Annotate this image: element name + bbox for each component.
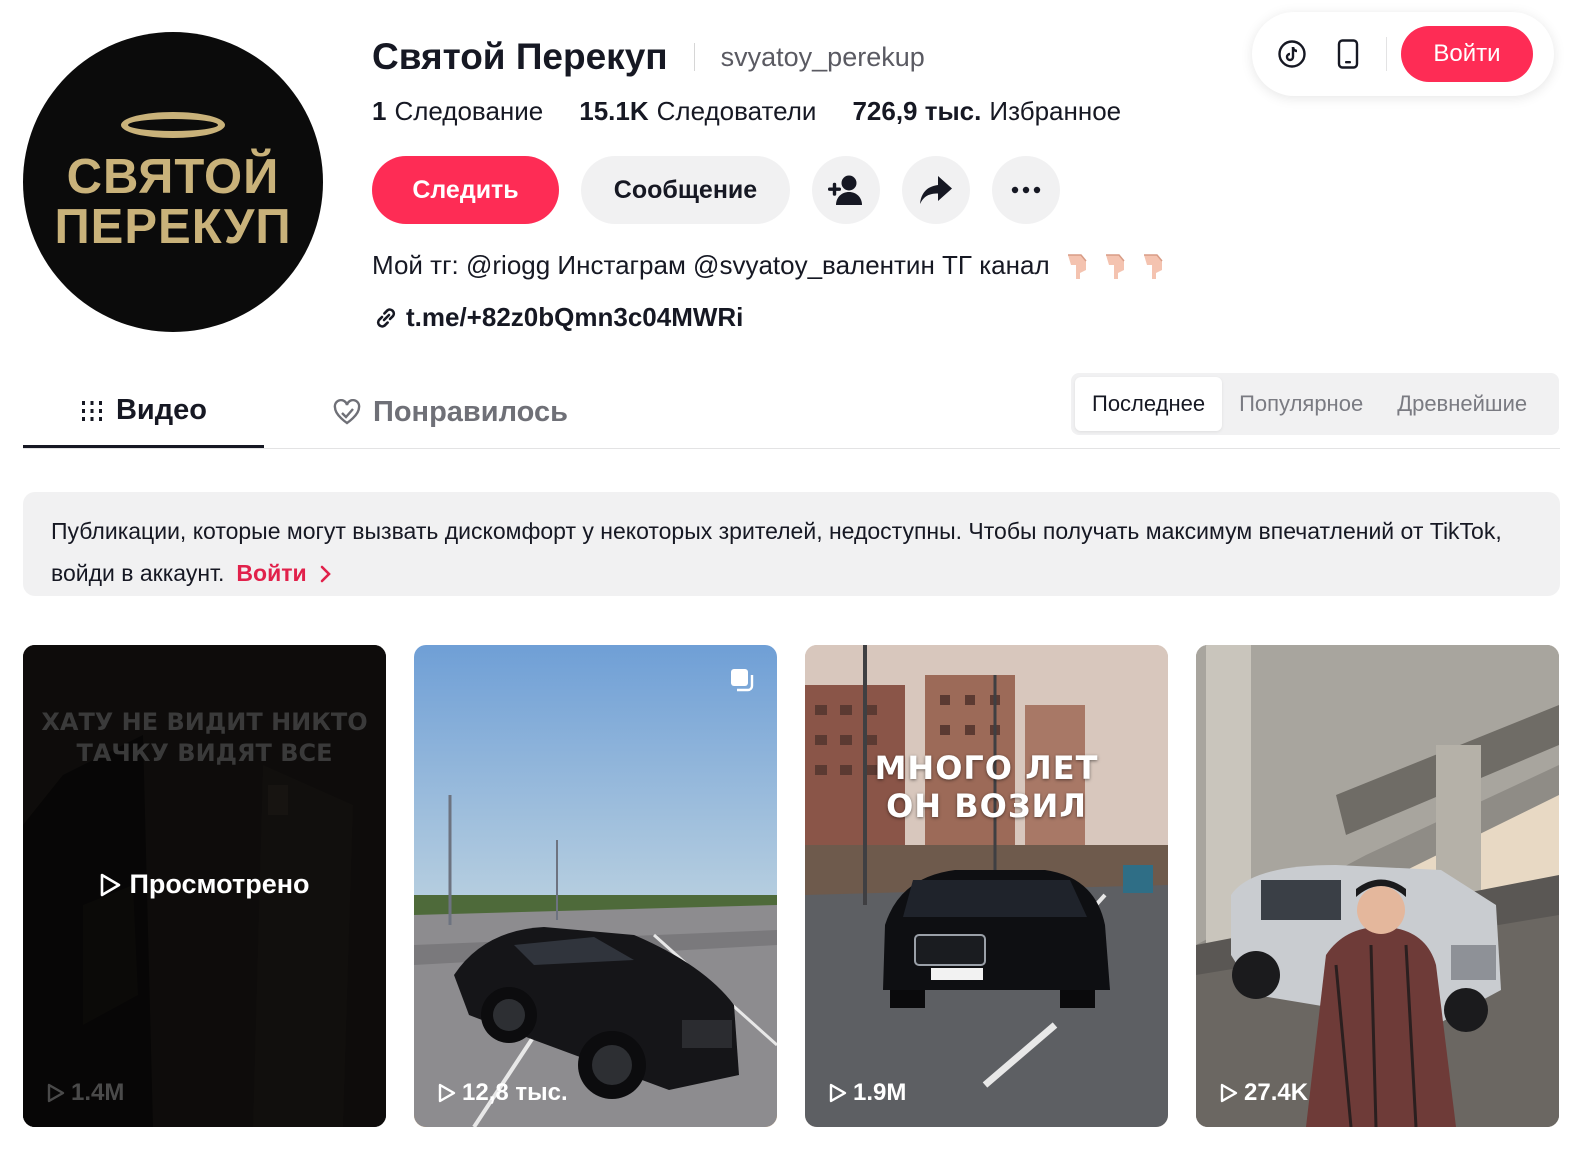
- share-button[interactable]: [902, 156, 970, 224]
- tab-liked-label: Понравилось: [373, 395, 568, 428]
- divider: [693, 43, 695, 71]
- avatar-text-line1: СВЯТОЙ: [66, 150, 280, 204]
- sort-oldest[interactable]: Древнейшие: [1380, 377, 1544, 431]
- mobile-icon: [1337, 39, 1359, 69]
- restricted-content-notice: Публикации, которые могут вызвать диском…: [23, 492, 1560, 596]
- view-count-text: 12,8 тыс.: [462, 1079, 568, 1106]
- mobile-app-button[interactable]: [1320, 26, 1376, 82]
- video-thumbnail: [1196, 645, 1559, 1127]
- sort-popular[interactable]: Популярное: [1222, 377, 1380, 431]
- followers-count: 15.1K: [579, 96, 649, 126]
- likes-stat: 726,9 тыс. Избранное: [852, 96, 1121, 127]
- view-count: 1.9M: [829, 1079, 906, 1107]
- view-count: 12,8 тыс.: [438, 1079, 568, 1107]
- pointing-down-emoji-icon: [1143, 253, 1163, 279]
- profile-title-row: Святой Перекуп svyatoy_perekup: [372, 36, 925, 78]
- sort-latest[interactable]: Последнее: [1075, 377, 1223, 431]
- link-icon: [376, 307, 396, 328]
- halo-icon: [121, 112, 225, 138]
- avatar-text-line2: ПЕРЕКУП: [54, 200, 292, 254]
- video-thumbnail: [805, 645, 1168, 1127]
- add-friend-button[interactable]: [812, 156, 880, 224]
- followers-stat[interactable]: 15.1K Следователи: [579, 96, 816, 127]
- more-options-button[interactable]: [992, 156, 1060, 224]
- tab-videos-label: Видео: [115, 394, 208, 426]
- following-stat[interactable]: 1 Следование: [372, 96, 543, 127]
- overlay-line: ОН ВОЗИЛ: [886, 787, 1087, 825]
- tab-videos[interactable]: Видео: [23, 376, 264, 448]
- following-label: Следование: [394, 96, 544, 126]
- likes-label: Избранное: [989, 96, 1122, 126]
- add-user-icon: [828, 175, 862, 205]
- overlay-line: МНОГО ЛЕТ: [874, 749, 1099, 787]
- play-icon: [101, 873, 121, 896]
- top-right-panel: Войти: [1252, 12, 1554, 96]
- tiktok-icon: [1278, 40, 1306, 68]
- username: svyatoy_perekup: [720, 41, 925, 72]
- liked-heart-icon: [333, 399, 361, 425]
- link-text: t.me/+82z0bQmn3c04MWRi: [406, 302, 744, 332]
- video-card[interactable]: 27.4K: [1196, 645, 1559, 1127]
- follow-button[interactable]: Следить: [372, 156, 559, 224]
- chevron-right-icon: [320, 565, 331, 583]
- play-icon: [829, 1083, 847, 1103]
- login-button[interactable]: Войти: [1401, 26, 1533, 82]
- overlay-line: ТАЧКУ ВИДЯТ ВСЕ: [76, 739, 333, 767]
- video-caption-overlay: МНОГО ЛЕТ ОН ВОЗИЛ: [805, 749, 1168, 825]
- play-icon: [47, 1083, 65, 1103]
- multiple-photos-icon: [731, 669, 754, 692]
- bio-link[interactable]: t.me/+82z0bQmn3c04MWRi: [372, 302, 743, 333]
- avatar[interactable]: СВЯТОЙ ПЕРЕКУП: [23, 32, 323, 332]
- notice-login-label: Войти: [236, 560, 307, 586]
- likes-count: 726,9 тыс.: [852, 96, 982, 126]
- video-card[interactable]: ХАТУ НЕ ВИДИТ НИКТО ТАЧКУ ВИДЯТ ВСЕ Просм…: [23, 645, 386, 1127]
- view-count-text: 27.4K: [1244, 1079, 1309, 1106]
- pointing-down-emoji-icon: [1067, 253, 1087, 279]
- divider: [1386, 37, 1387, 71]
- play-icon: [1220, 1083, 1238, 1103]
- view-count-text: 1.4M: [71, 1079, 125, 1106]
- tiktok-icon-button[interactable]: [1264, 26, 1320, 82]
- display-name: Святой Перекуп: [372, 36, 668, 77]
- view-count: 1.4M: [47, 1079, 124, 1107]
- watched-text: Просмотрено: [129, 869, 310, 899]
- share-icon: [920, 176, 952, 204]
- play-icon: [438, 1083, 456, 1103]
- view-count-text: 1.9M: [853, 1079, 907, 1106]
- pointing-down-emoji-icon: [1105, 253, 1125, 279]
- overlay-line: ХАТУ НЕ ВИДИТ НИКТО: [41, 708, 368, 736]
- bio-text: Мой тг: @riogg Инстаграм @svyatoy_валент…: [372, 250, 1050, 280]
- view-count: 27.4K: [1220, 1079, 1308, 1107]
- stats-row: 1 Следование 15.1K Следователи 726,9 тыс. И…: [372, 96, 1157, 127]
- video-caption-overlay: ХАТУ НЕ ВИДИТ НИКТО ТАЧКУ ВИДЯТ ВСЕ: [23, 707, 386, 769]
- following-count: 1: [372, 96, 387, 126]
- grid-icon: [81, 400, 102, 421]
- watched-label: Просмотрено: [23, 869, 386, 900]
- sort-segmented-control: Последнее Популярное Древнейшие: [1071, 373, 1559, 435]
- more-icon: [1011, 186, 1041, 194]
- video-card[interactable]: 12,8 тыс.: [414, 645, 777, 1127]
- bio: Мой тг: @riogg Инстаграм @svyatoy_валент…: [372, 250, 1168, 281]
- video-thumbnail: [414, 645, 777, 1127]
- profile-actions: Следить Сообщение: [372, 156, 1060, 224]
- followers-label: Следователи: [656, 96, 817, 126]
- message-button[interactable]: Сообщение: [581, 156, 790, 224]
- video-card[interactable]: МНОГО ЛЕТ ОН ВОЗИЛ 1.9M: [805, 645, 1168, 1127]
- tab-liked[interactable]: Понравилось: [333, 376, 568, 448]
- notice-login-link[interactable]: Войти: [236, 560, 333, 586]
